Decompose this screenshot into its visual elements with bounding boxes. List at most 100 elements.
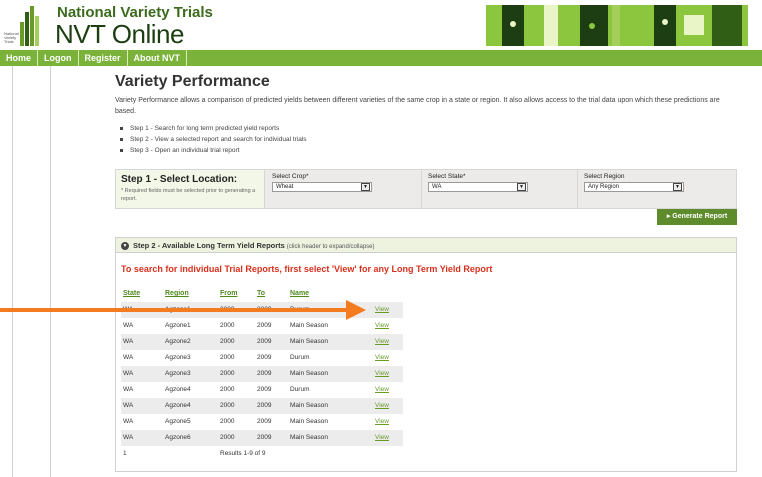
cell-name: Main Season: [290, 338, 328, 345]
brand-title: NVT Online: [55, 19, 184, 49]
region-label: Select Region: [584, 173, 625, 180]
logo-small-text: National Variety Trials: [4, 31, 19, 44]
cell-state: WA: [123, 402, 134, 409]
cell-region: Agzone3: [165, 354, 191, 361]
cell-to: 2009: [257, 386, 272, 393]
cell-from: 2000: [220, 354, 235, 361]
step2-header[interactable]: ▼ Step 2 - Available Long Term Yield Repo…: [116, 238, 736, 253]
cell-name: Main Season: [290, 434, 328, 441]
col-from[interactable]: From: [220, 286, 238, 302]
col-state[interactable]: State: [123, 286, 140, 302]
location-bar: Step 1 - Select Location: * Required fie…: [115, 169, 737, 209]
table-row: WA Agzone6 2000 2009 Main Season View: [121, 430, 403, 446]
cell-from: 2000: [220, 338, 235, 345]
cell-region: Agzone2: [165, 338, 191, 345]
crop-value: Wheat: [276, 184, 294, 190]
cell-state: WA: [123, 434, 134, 441]
table-row: WA Agzone1 2000 2009 Main Season View: [121, 318, 403, 334]
instruction-text: To search for individual Trial Reports, …: [121, 264, 493, 274]
table-row: WA Agzone3 2000 2009 Main Season View: [121, 366, 403, 382]
cell-name: Main Season: [290, 402, 328, 409]
view-link[interactable]: View: [375, 414, 389, 430]
cell-from: 2000: [220, 434, 235, 441]
results-count: Results 1-9 of 9: [220, 450, 266, 457]
cell-to: 2009: [257, 402, 272, 409]
cell-region: Agzone4: [165, 402, 191, 409]
cell-from: 2000: [220, 418, 235, 425]
state-label: Select State*: [428, 173, 466, 180]
cell-name: Main Season: [290, 418, 328, 425]
generate-report-button[interactable]: ▸ Generate Report: [657, 209, 737, 225]
main-nav: Home Logon Register About NVT: [0, 50, 762, 66]
table-row: WA Agzone4 2000 2009 Durum View: [121, 382, 403, 398]
chevron-down-icon[interactable]: ▼: [673, 183, 682, 191]
cell-name: Main Season: [290, 322, 328, 329]
view-link[interactable]: View: [375, 382, 389, 398]
cell-to: 2009: [257, 434, 272, 441]
page-title: Variety Performance: [115, 73, 270, 90]
site-header: National Variety Trials National Variety…: [0, 0, 762, 50]
cell-state: WA: [123, 418, 134, 425]
location-step-note: * Required fields must be selected prior…: [121, 188, 256, 202]
col-to[interactable]: To: [257, 286, 265, 302]
view-link[interactable]: View: [375, 430, 389, 446]
cell-region: Agzone5: [165, 418, 191, 425]
collapse-icon[interactable]: ▼: [121, 242, 129, 251]
state-field: Select State* WA ▼: [422, 170, 578, 208]
crop-select[interactable]: Wheat ▼: [272, 182, 372, 192]
cell-to: 2009: [257, 338, 272, 345]
table-row: WA Agzone5 2000 2009 Main Season View: [121, 414, 403, 430]
step2-hint: (click header to expand/collapse): [286, 244, 375, 250]
col-region[interactable]: Region: [165, 286, 189, 302]
table-row: WA Agzone4 2000 2009 Main Season View: [121, 398, 403, 414]
cell-state: WA: [123, 370, 134, 377]
cell-name: Durum: [290, 354, 310, 361]
step2-title: Step 2 - Available Long Term Yield Repor…: [133, 241, 285, 250]
table-row: WA Agzone2 2000 2009 Main Season View: [121, 334, 403, 350]
left-guide-line: [12, 66, 13, 477]
cell-to: 2009: [257, 354, 272, 361]
cell-from: 2000: [220, 322, 235, 329]
cell-region: Agzone6: [165, 434, 191, 441]
state-select[interactable]: WA ▼: [428, 182, 528, 192]
nav-register[interactable]: Register: [79, 50, 128, 66]
region-value: Any Region: [588, 184, 620, 190]
region-select[interactable]: Any Region ▼: [584, 182, 684, 192]
header-decoration: [486, 5, 748, 46]
location-step-title: Step 1 - Select Location:: [121, 174, 238, 185]
cell-from: 2000: [220, 370, 235, 377]
nav-about[interactable]: About NVT: [128, 50, 188, 66]
cell-state: WA: [123, 322, 134, 329]
table-row: WA Agzone3 2000 2009 Durum View: [121, 350, 403, 366]
view-link[interactable]: View: [375, 366, 389, 382]
crop-field: Select Crop* Wheat ▼: [266, 170, 422, 208]
col-name[interactable]: Name: [290, 286, 309, 302]
cell-state: WA: [123, 354, 134, 361]
table-body: WAAgzone120002009DurumViewWAAgzone120002…: [121, 302, 403, 446]
view-link[interactable]: View: [375, 398, 389, 414]
list-item: Step 1 - Search for long term predicted …: [120, 123, 307, 134]
cell-from: 2000: [220, 402, 235, 409]
region-field: Select Region Any Region ▼: [578, 170, 736, 208]
annotation-arrow-icon: [346, 300, 366, 320]
list-item: Step 2 - View a selected report and sear…: [120, 134, 307, 145]
nav-logon[interactable]: Logon: [38, 50, 79, 66]
chevron-down-icon[interactable]: ▼: [361, 183, 370, 191]
cell-to: 2009: [257, 370, 272, 377]
view-link[interactable]: View: [375, 302, 389, 318]
view-link[interactable]: View: [375, 350, 389, 366]
page-number[interactable]: 1: [123, 446, 127, 462]
steps-list: Step 1 - Search for long term predicted …: [120, 123, 307, 156]
nvt-logo-icon[interactable]: National Variety Trials: [4, 6, 44, 46]
cell-state: WA: [123, 386, 134, 393]
nav-home[interactable]: Home: [0, 50, 39, 66]
state-value: WA: [432, 184, 442, 190]
chevron-down-icon[interactable]: ▼: [517, 183, 526, 191]
cell-name: Durum: [290, 386, 310, 393]
cell-to: 2009: [257, 418, 272, 425]
cell-state: WA: [123, 338, 134, 345]
annotation-arrow-line: [0, 308, 348, 312]
view-link[interactable]: View: [375, 318, 389, 334]
view-link[interactable]: View: [375, 334, 389, 350]
cell-to: 2009: [257, 322, 272, 329]
